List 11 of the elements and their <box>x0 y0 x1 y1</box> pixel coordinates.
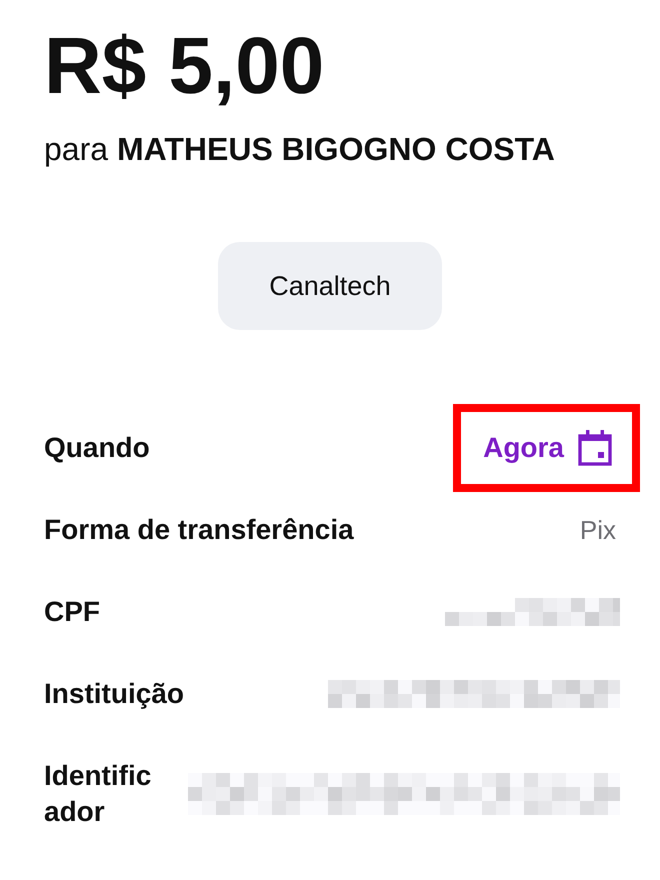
detail-value: Pix <box>580 514 616 548</box>
amount-value: R$ 5,00 <box>44 26 326 106</box>
detail-label: Identificador <box>44 759 152 830</box>
detail-label: Quando <box>44 431 151 466</box>
chip-button[interactable]: Canaltech <box>218 242 442 330</box>
detail-label: Instituição <box>44 677 186 712</box>
schedule-link[interactable]: Agora <box>483 430 612 466</box>
detail-label: Forma de transferência <box>44 513 355 548</box>
recipient-text: para MATHEUS BIGOGNO COSTA <box>44 130 556 168</box>
detail-label: CPF <box>44 595 101 630</box>
calendar-icon[interactable] <box>578 430 612 466</box>
